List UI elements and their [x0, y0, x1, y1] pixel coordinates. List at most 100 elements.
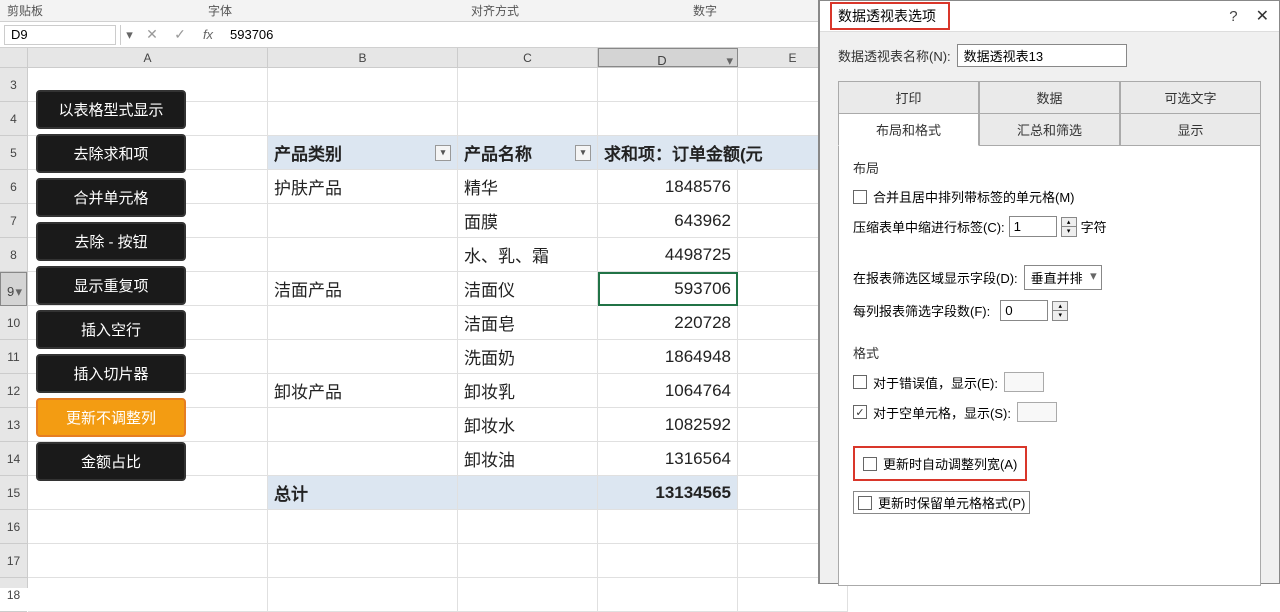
cell-blank[interactable]: [598, 510, 738, 544]
filter-dropdown-icon[interactable]: ▾: [435, 145, 451, 161]
cell-blank[interactable]: [458, 578, 598, 612]
fx-icon[interactable]: fx: [194, 27, 222, 42]
row-header-10[interactable]: 10: [0, 306, 27, 340]
action-btn-0[interactable]: 以表格型式显示: [36, 90, 186, 129]
action-btn-3[interactable]: 去除 - 按钮: [36, 222, 186, 261]
row-header-5[interactable]: 5: [0, 136, 27, 170]
row-header-11[interactable]: 11: [0, 340, 27, 374]
pivot-total-label[interactable]: 总计: [268, 476, 458, 510]
cell-blank[interactable]: [268, 578, 458, 612]
cell-blank[interactable]: [268, 544, 458, 578]
pivot-name-input[interactable]: [957, 44, 1127, 67]
col-header-A[interactable]: A: [28, 48, 268, 67]
cell-blank[interactable]: [458, 102, 598, 136]
name-box-dropdown[interactable]: ▾: [120, 25, 138, 45]
indent-spinner[interactable]: ▴▾: [1061, 217, 1077, 237]
tab-layout-format[interactable]: 布局和格式: [838, 113, 979, 146]
row-header-18[interactable]: 18: [0, 578, 27, 612]
pivot-name[interactable]: 卸妆乳: [458, 374, 598, 408]
pivot-value[interactable]: 1864948: [598, 340, 738, 374]
pivot-value[interactable]: 4498725: [598, 238, 738, 272]
action-btn-7[interactable]: 更新不调整列: [36, 398, 186, 437]
cell-blank[interactable]: [28, 544, 268, 578]
error-value-input[interactable]: [1004, 372, 1044, 392]
cell-blank[interactable]: [28, 510, 268, 544]
pivot-value[interactable]: 643962: [598, 204, 738, 238]
pivot-name[interactable]: 洗面奶: [458, 340, 598, 374]
row-header-15[interactable]: 15: [0, 476, 27, 510]
action-btn-4[interactable]: 显示重复项: [36, 266, 186, 305]
cell-blank[interactable]: [598, 544, 738, 578]
checkbox-auto-width[interactable]: [863, 457, 877, 471]
pivot-cat[interactable]: [268, 306, 458, 340]
cancel-icon[interactable]: ✕: [138, 26, 166, 43]
pivot-value[interactable]: 220728: [598, 306, 738, 340]
action-btn-5[interactable]: 插入空行: [36, 310, 186, 349]
checkbox-merge-center[interactable]: [853, 190, 867, 204]
cell-blank[interactable]: [268, 68, 458, 102]
cell-blank[interactable]: [598, 102, 738, 136]
tab-display[interactable]: 显示: [1120, 113, 1261, 146]
pivot-total-value[interactable]: 13134565: [598, 476, 738, 510]
tab-print[interactable]: 打印: [838, 81, 979, 114]
row-header-12[interactable]: 12: [0, 374, 27, 408]
filter-count-input[interactable]: [1000, 300, 1048, 321]
indent-input[interactable]: [1009, 216, 1057, 237]
cell-blank[interactable]: [598, 578, 738, 612]
pivot-value[interactable]: 1082592: [598, 408, 738, 442]
pivot-name[interactable]: 卸妆水: [458, 408, 598, 442]
help-icon[interactable]: ?: [1229, 8, 1237, 25]
cell-blank[interactable]: [598, 68, 738, 102]
tab-totals-filters[interactable]: 汇总和筛选: [979, 113, 1120, 146]
pivot-cat[interactable]: [268, 408, 458, 442]
pivot-value[interactable]: 593706: [598, 272, 738, 306]
cell-blank[interactable]: [458, 68, 598, 102]
pivot-header-sum[interactable]: 求和项：订单金额(元: [598, 136, 848, 170]
confirm-icon[interactable]: ✓: [166, 26, 194, 43]
pivot-name[interactable]: 面膜: [458, 204, 598, 238]
empty-value-input[interactable]: [1017, 402, 1057, 422]
filter-count-spinner[interactable]: ▴▾: [1052, 301, 1068, 321]
pivot-name[interactable]: 洁面皂: [458, 306, 598, 340]
cell-blank[interactable]: [458, 510, 598, 544]
row-header-17[interactable]: 17: [0, 544, 27, 578]
checkbox-error-show[interactable]: [853, 375, 867, 389]
pivot-header-name[interactable]: 产品名称▾: [458, 136, 598, 170]
cell-blank[interactable]: [458, 544, 598, 578]
tab-alttext[interactable]: 可选文字: [1120, 81, 1261, 114]
cell-blank[interactable]: [268, 102, 458, 136]
checkbox-preserve-format[interactable]: [858, 496, 872, 510]
pivot-total-blank[interactable]: [458, 476, 598, 510]
cell-blank[interactable]: [28, 578, 268, 612]
action-btn-2[interactable]: 合并单元格: [36, 178, 186, 217]
col-header-D[interactable]: D: [598, 48, 738, 67]
pivot-name[interactable]: 水、乳、霜: [458, 238, 598, 272]
pivot-name[interactable]: 洁面仪: [458, 272, 598, 306]
action-btn-8[interactable]: 金额占比: [36, 442, 186, 481]
row-header-9[interactable]: 9: [0, 272, 27, 306]
select-all-corner[interactable]: [0, 48, 27, 68]
row-header-8[interactable]: 8: [0, 238, 27, 272]
close-icon[interactable]: ✕: [1256, 6, 1269, 26]
filter-area-select[interactable]: 垂直并排: [1024, 265, 1102, 290]
pivot-cat[interactable]: 洁面产品: [268, 272, 458, 306]
row-header-3[interactable]: 3: [0, 68, 27, 102]
pivot-cat[interactable]: 护肤产品: [268, 170, 458, 204]
pivot-name[interactable]: 卸妆油: [458, 442, 598, 476]
pivot-value[interactable]: 1316564: [598, 442, 738, 476]
name-box[interactable]: D9: [4, 25, 116, 45]
pivot-value[interactable]: 1064764: [598, 374, 738, 408]
row-header-4[interactable]: 4: [0, 102, 27, 136]
row-header-7[interactable]: 7: [0, 204, 27, 238]
row-header-6[interactable]: 6: [0, 170, 27, 204]
pivot-cat[interactable]: [268, 204, 458, 238]
row-header-16[interactable]: 16: [0, 510, 27, 544]
col-header-B[interactable]: B: [268, 48, 458, 67]
pivot-cat[interactable]: [268, 340, 458, 374]
pivot-header-category[interactable]: 产品类别▾: [268, 136, 458, 170]
tab-data[interactable]: 数据: [979, 81, 1120, 114]
pivot-value[interactable]: 1848576: [598, 170, 738, 204]
filter-dropdown-icon[interactable]: ▾: [575, 145, 591, 161]
col-header-C[interactable]: C: [458, 48, 598, 67]
pivot-cat[interactable]: [268, 238, 458, 272]
